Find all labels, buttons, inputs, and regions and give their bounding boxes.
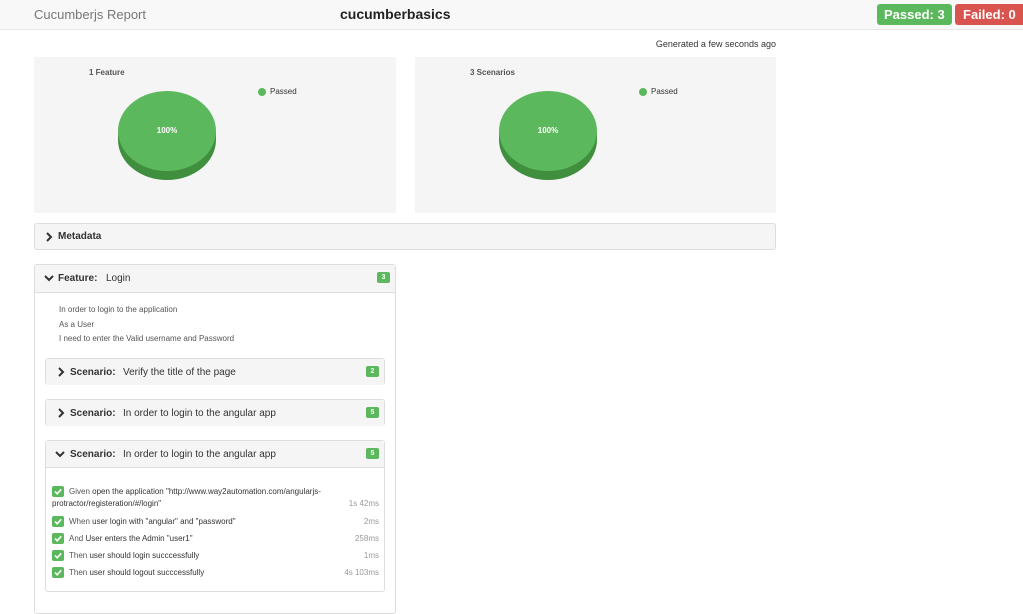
step-text: User enters the Admin "user1" <box>85 534 193 543</box>
top-navbar: Cucumberjs Report cucumberbasics Passed:… <box>0 0 1023 30</box>
scenario-panel: Scenario: Verify the title of the page 2 <box>45 358 385 385</box>
passed-check-icon <box>52 486 64 497</box>
scenario-panel: Scenario: In order to login to the angul… <box>45 399 385 426</box>
feature-panel: Feature: Login 3 In order to login to th… <box>34 264 396 614</box>
features-pie-chart: 100% <box>118 91 216 180</box>
passed-check-icon <box>52 550 64 561</box>
feature-name: Login <box>106 273 131 284</box>
scenario-step-count: 5 <box>366 448 379 459</box>
step-duration: 1s 42ms <box>348 499 379 508</box>
scenarios-chart-panel: 3 Scenarios Passed 100% <box>415 57 776 213</box>
step-row: Then user should logout succcessfully 4s… <box>52 567 379 580</box>
metadata-label: Metadata <box>58 231 102 242</box>
step-text: user should login succcessfully <box>89 551 200 560</box>
passed-check-icon <box>52 533 64 544</box>
brand-title[interactable]: Cucumberjs Report <box>34 7 146 22</box>
scenario-name: Verify the title of the page <box>123 367 236 378</box>
feature-scenario-count: 3 <box>377 272 390 283</box>
feature-header[interactable]: Feature: Login 3 <box>35 265 395 293</box>
pie-slice-label: 100% <box>157 126 177 135</box>
failed-count-badge: Failed: 0 <box>955 4 1023 25</box>
scenario-keyword: Scenario: <box>70 408 116 419</box>
feature-description-line: As a User <box>59 320 95 329</box>
step-row: Given open the application "http://www.w… <box>52 486 379 512</box>
pie-slice-label: 100% <box>538 126 558 135</box>
chevron-right-icon <box>58 408 65 418</box>
feature-keyword: Feature: <box>58 273 98 284</box>
step-text: open the application "http://www.way2aut… <box>92 487 321 496</box>
step-row: When user login with "angular" and "pass… <box>52 516 379 529</box>
scenario-name: In order to login to the angular app <box>123 449 276 460</box>
scenario-step-count: 5 <box>366 407 379 418</box>
step-row: And User enters the Admin "user1" 258ms <box>52 533 379 546</box>
scenarios-pie-chart: 100% <box>499 91 597 180</box>
passed-check-icon <box>52 567 64 578</box>
step-keyword: Then <box>69 568 88 577</box>
feature-description-line: I need to enter the Valid username and P… <box>59 334 235 343</box>
step-duration: 1ms <box>363 551 379 560</box>
chevron-down-icon <box>44 275 54 282</box>
scenario-header[interactable]: Scenario: Verify the title of the page 2 <box>46 359 384 385</box>
chevron-down-icon <box>55 451 65 458</box>
passed-count-badge: Passed: 3 <box>877 4 952 25</box>
scenario-name: In order to login to the angular app <box>123 408 276 419</box>
step-keyword: Then <box>69 551 88 560</box>
chevron-right-icon <box>46 232 53 242</box>
step-text: user login with "angular" and "password" <box>92 517 236 526</box>
step-keyword: Given <box>69 487 90 496</box>
step-keyword: And <box>69 534 84 543</box>
passed-check-icon <box>52 516 64 527</box>
step-duration: 4s 103ms <box>344 568 379 577</box>
scenario-keyword: Scenario: <box>70 449 116 460</box>
scenario-keyword: Scenario: <box>70 367 116 378</box>
scenario-header[interactable]: Scenario: In order to login to the angul… <box>46 400 384 426</box>
step-duration: 2ms <box>363 517 379 526</box>
project-name: cucumberbasics <box>340 6 451 22</box>
metadata-panel[interactable]: Metadata <box>34 223 776 250</box>
step-duration: 258ms <box>354 534 379 543</box>
generated-timestamp: Generated a few seconds ago <box>655 39 776 49</box>
scenario-panel-expanded: Scenario: In order to login to the angul… <box>45 440 385 592</box>
step-keyword: When <box>69 517 90 526</box>
step-row: Then user should login succcessfully 1ms <box>52 550 379 563</box>
step-text: user should logout succcessfully <box>89 568 205 577</box>
feature-description-line: In order to login to the application <box>59 305 178 314</box>
scenario-step-count: 2 <box>366 366 379 377</box>
scenario-header[interactable]: Scenario: In order to login to the angul… <box>46 441 384 468</box>
features-chart-panel: 1 Feature Passed 100% <box>34 57 396 213</box>
step-text-continued: protractor/registeration/#/login" <box>52 499 162 508</box>
chevron-right-icon <box>58 367 65 377</box>
